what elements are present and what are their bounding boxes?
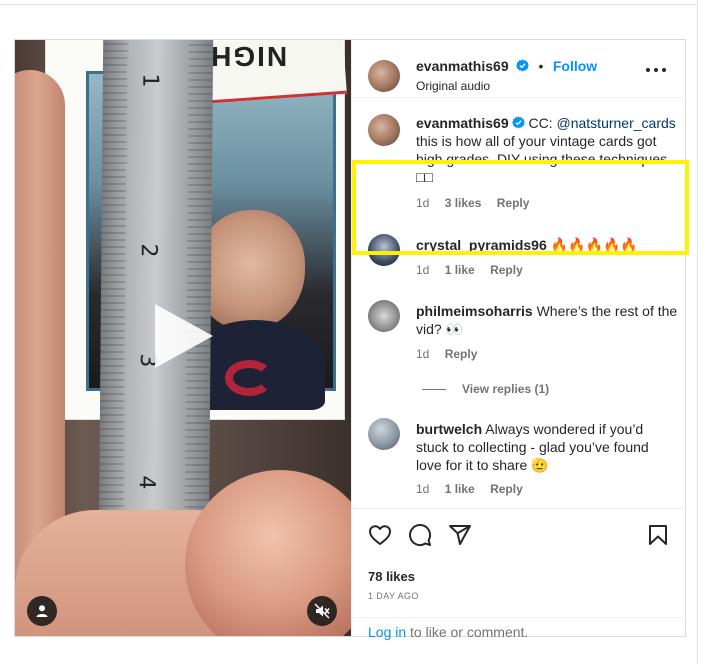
caption-prefix: CC:: [528, 115, 557, 131]
caption-username[interactable]: evanmathis69: [416, 115, 509, 131]
audio-label[interactable]: Original audio: [416, 79, 490, 93]
comment-likes[interactable]: 1 like: [445, 263, 475, 277]
login-prompt-text: to like or comment.: [406, 624, 529, 640]
share-icon[interactable]: [448, 523, 472, 547]
post-actions: 78 likes 1 DAY AGO Log in to like or com…: [352, 508, 686, 640]
metal-ruler: 1 2 3 4: [98, 40, 214, 551]
follow-button[interactable]: Follow: [553, 58, 597, 74]
likes-count[interactable]: 78 likes: [368, 569, 415, 584]
comment-time[interactable]: 1d: [416, 263, 429, 277]
comment-reply-button[interactable]: Reply: [490, 263, 523, 277]
view-replies-button[interactable]: View replies (1): [422, 382, 549, 396]
ruler-number: 2: [135, 243, 161, 258]
author-username[interactable]: evanmathis69: [416, 58, 509, 74]
comments-list: evanmathis69 CC: @natsturner_cards this …: [352, 98, 689, 508]
cubs-logo: [225, 360, 273, 396]
avatar[interactable]: [368, 418, 400, 450]
verified-badge-icon: [516, 59, 530, 72]
comment-reply-button[interactable]: Reply: [445, 347, 478, 361]
mute-icon: [314, 603, 330, 619]
comment-username[interactable]: philmeimsoharris: [416, 303, 533, 319]
replies-divider: [422, 388, 446, 390]
login-link[interactable]: Log in: [368, 624, 406, 640]
more-options-icon[interactable]: [646, 68, 666, 74]
avatar[interactable]: [368, 300, 400, 332]
ruler-number: 4: [133, 475, 159, 490]
comment-time[interactable]: 1d: [416, 482, 429, 496]
comment-time[interactable]: 1d: [416, 347, 429, 361]
post-details-panel: evanmathis69 • Follow Original audio eva…: [351, 40, 689, 640]
ruler-number: 1: [137, 73, 163, 88]
avatar[interactable]: [368, 60, 400, 92]
comment-likes[interactable]: 1 like: [445, 482, 475, 496]
bookmark-icon[interactable]: [646, 523, 670, 547]
top-divider: [0, 4, 697, 5]
mute-button[interactable]: [307, 596, 337, 626]
play-icon[interactable]: [155, 304, 213, 368]
comment-reply-button[interactable]: Reply: [490, 482, 523, 496]
right-divider: [697, 0, 698, 664]
login-prompt: Log in to like or comment.: [352, 617, 686, 640]
user-tag-button[interactable]: [27, 596, 57, 626]
comment-icon[interactable]: [408, 523, 432, 547]
heart-icon[interactable]: [368, 523, 392, 547]
post-video[interactable]: NIGHT 1 2 3 4: [15, 40, 351, 636]
caption-mention[interactable]: @natsturner_cards: [557, 115, 676, 131]
separator-dot: •: [538, 58, 544, 74]
verified-badge-icon: [511, 116, 525, 129]
view-replies-label: View replies (1): [462, 382, 550, 396]
avatar[interactable]: [368, 114, 400, 146]
user-tag-icon: [36, 605, 48, 617]
instagram-post: NIGHT 1 2 3 4 evanmathis69 • Follow Orig…: [14, 39, 689, 640]
highlight-box: [352, 160, 689, 255]
post-header: evanmathis69 • Follow Original audio: [352, 40, 686, 98]
comment-username[interactable]: burtwelch: [416, 421, 482, 437]
post-time-ago: 1 DAY AGO: [368, 591, 419, 601]
